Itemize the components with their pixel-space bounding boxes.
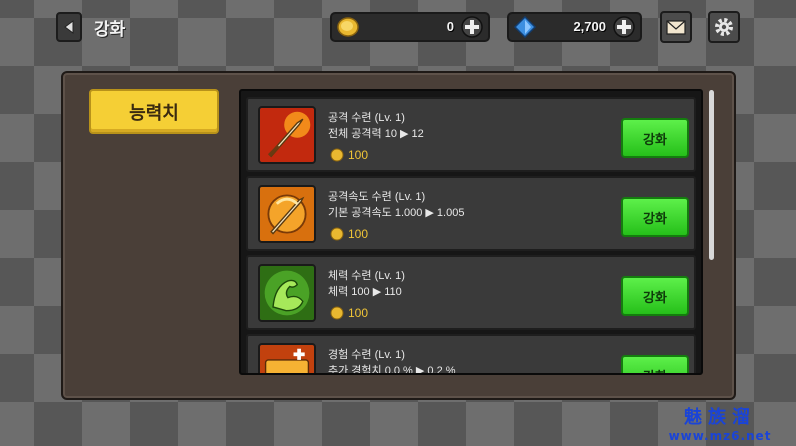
cost-value: 100 [348, 148, 369, 162]
gem-value: 2,700 [573, 19, 606, 34]
tab-stats[interactable]: 능력치 [89, 89, 219, 134]
plus-icon [613, 16, 635, 38]
watermark-url: www.mz6.net [668, 429, 772, 443]
gold-value: 0 [446, 19, 454, 34]
exp-icon [258, 343, 316, 373]
envelope-icon [666, 20, 686, 35]
gear-icon [715, 18, 733, 36]
mail-button[interactable] [660, 11, 692, 43]
upgrade-item-attack-speed: 공격속도 수련 (Lv. 1) 기본 공격속도 1.000 ▶ 1.005 10… [246, 176, 696, 251]
upgrade-cost: 100 [330, 147, 368, 163]
upgrade-cost: 100 [330, 226, 368, 242]
upgrade-effect: 체력 100 ▶ 110 [328, 286, 402, 298]
upgrade-cost: 100 [330, 305, 368, 321]
upgrade-list[interactable]: 공격 수련 (Lv. 1) 전체 공격력 10 ▶ 12 100 강화 공격속도… [239, 89, 703, 375]
upgrade-name: 공격 수련 (Lv. 1) [328, 112, 405, 124]
plus-icon [461, 16, 483, 38]
gold-coin-icon [330, 148, 344, 162]
attack-speed-icon [258, 185, 316, 243]
upgrade-name: 체력 수련 (Lv. 1) [328, 270, 405, 282]
back-arrow-icon [64, 20, 74, 34]
sword-icon [258, 106, 316, 164]
upgrade-effect: 전체 공격력 10 ▶ 12 [328, 128, 424, 140]
gold-coin-icon [330, 227, 344, 241]
gold-coin-icon [337, 17, 359, 37]
cost-value: 100 [348, 306, 369, 320]
upgrade-item-attack: 공격 수련 (Lv. 1) 전체 공격력 10 ▶ 12 100 강화 [246, 97, 696, 172]
upgrade-button[interactable]: 강화 [621, 355, 689, 373]
gold-counter: 0 [330, 12, 490, 42]
upgrade-effect: 추가 경험치 0.0 % ▶ 0.2 % [328, 365, 456, 375]
upgrade-name: 경험 수련 (Lv. 1) [328, 349, 405, 361]
scrollbar[interactable] [709, 90, 714, 260]
upgrade-button[interactable]: 강화 [621, 118, 689, 158]
add-gem-button[interactable] [612, 16, 636, 38]
watermark-title: 魅族溜 [684, 407, 756, 428]
gem-counter: 2,700 [507, 12, 642, 42]
watermark: 魅族溜 www.mz6.net [655, 403, 785, 443]
cost-value: 100 [348, 227, 369, 241]
add-gold-button[interactable] [460, 16, 484, 38]
settings-button[interactable] [708, 11, 740, 43]
diamond-icon [513, 16, 537, 38]
upgrade-item-exp: 경험 수련 (Lv. 1) 추가 경험치 0.0 % ▶ 0.2 % 100 강… [246, 334, 696, 375]
page-title: 강화 [94, 20, 126, 39]
upgrade-button[interactable]: 강화 [621, 276, 689, 316]
muscle-icon [258, 264, 316, 322]
upgrade-button[interactable]: 강화 [621, 197, 689, 237]
upgrade-item-health: 체력 수련 (Lv. 1) 체력 100 ▶ 110 100 강화 [246, 255, 696, 330]
back-button[interactable] [56, 12, 82, 42]
gold-coin-icon [330, 306, 344, 320]
upgrade-effect: 기본 공격속도 1.000 ▶ 1.005 [328, 207, 465, 219]
upgrade-name: 공격속도 수련 (Lv. 1) [328, 191, 426, 203]
